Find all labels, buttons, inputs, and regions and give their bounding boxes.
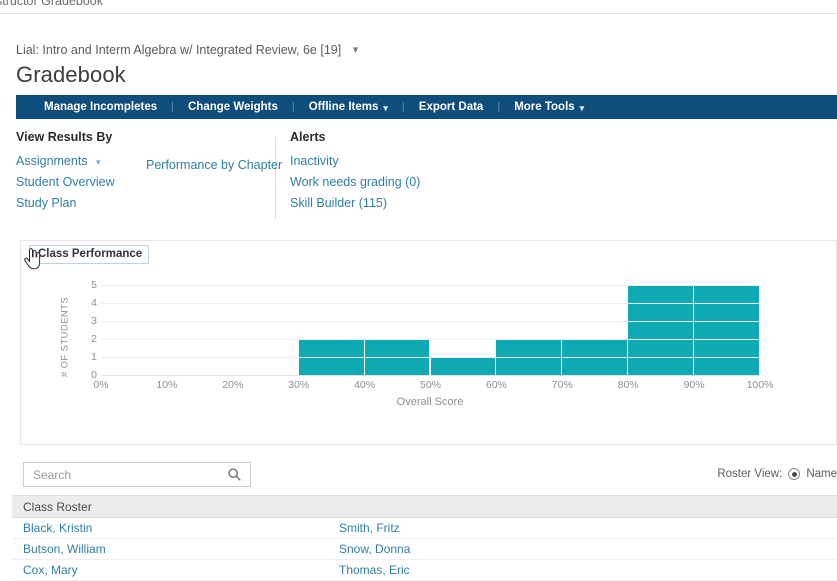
nav-export-data[interactable]: Export Data [405,95,498,119]
link-work-needs-grading[interactable]: Work needs grading (0) [290,175,550,189]
chart-x-tick: 20% [222,379,244,391]
chart-x-tick: 70% [551,379,573,391]
chart-x-axis-title: Overall Score [396,396,464,408]
student-name-link[interactable]: Thomas, Eric [339,563,410,577]
nav-change-weights[interactable]: Change Weights [174,95,292,119]
chart-gridline [101,303,760,304]
link-student-overview[interactable]: Student Overview [16,175,276,189]
alerts-column: Alerts Inactivity Work needs grading (0)… [290,130,550,217]
table-row: Black, Kristin Smith, Fritz [12,518,837,539]
chart-x-tick: 100% [746,379,774,391]
alerts-heading: Alerts [290,130,326,144]
course-name: Lial: Intro and Interm Algebra w/ Integr… [16,43,342,57]
search-input[interactable] [24,463,214,486]
chart-y-tick: 3 [91,315,97,327]
nav-label: Manage Incompletes [44,101,158,113]
link-study-plan[interactable]: Study Plan [16,196,276,210]
roster-view-selected-option[interactable]: Name [806,468,837,480]
chart-x-tick: 10% [156,379,178,391]
nav-label: Export Data [418,101,484,113]
chart-bars-area [101,285,760,375]
chevron-down-icon[interactable]: ▾ [96,157,101,167]
chart-bar[interactable] [628,285,695,375]
chart-gridline [101,375,760,376]
view-results-by-heading: View Results By [16,130,113,144]
student-name-link[interactable]: Smith, Fritz [339,521,400,535]
chevron-down-icon: ▾ [579,103,585,113]
chart-x-tick: 80% [617,379,639,391]
main-toolbar: Manage Incompletes | Change Weights | Of… [16,95,837,119]
chart-y-tick: 4 [91,297,97,309]
class-roster-header: Class Roster [12,495,837,518]
roster-view-label: Roster View: [717,468,783,480]
page-title: Gradebook [16,62,126,87]
chart-gridline [101,321,760,322]
browser-tab-strip: structor Gradebook [0,0,837,14]
search-icon[interactable] [227,467,242,482]
quick-links-panel: View Results By Assignments ▾ Student Ov… [0,130,837,228]
chart-y-tick: 1 [91,351,97,363]
chart-y-tick: 2 [91,333,97,345]
chart-gridline [101,285,760,286]
chart-bar[interactable] [694,285,760,375]
link-label: Assignments [16,154,88,168]
nav-label: Offline Items [308,101,379,113]
roster-view-control: Roster View: Name [717,468,837,480]
roster-view-radio-name[interactable] [788,468,801,480]
browser-tab-title: structor Gradebook [0,0,103,8]
search-box[interactable] [23,462,251,487]
chart-x-tick: 40% [354,379,376,391]
class-performance-card: Class Performance # OF STUDENTS Overall … [20,240,837,445]
chart-bar[interactable] [430,357,497,375]
nav-label: More Tools [514,101,575,113]
class-roster-list: Black, Kristin Smith, Fritz Butson, Willia… [12,518,837,581]
class-roster-title: Class Roster [23,499,92,514]
table-row: Cox, Mary Thomas, Eric [12,560,837,581]
chart-y-tick: 5 [91,279,97,291]
student-name-link[interactable]: Butson, William [23,542,106,556]
student-name-link[interactable]: Black, Kristin [23,521,92,535]
student-name-link[interactable]: Cox, Mary [23,563,78,577]
chart-x-tick: 0% [93,379,109,391]
nav-manage-incompletes[interactable]: Manage Incompletes [30,95,171,119]
link-performance-by-chapter[interactable]: Performance by Chapter [146,158,282,172]
chart-x-tick: 90% [683,379,705,391]
link-skill-builder[interactable]: Skill Builder (115) [290,196,550,210]
nav-label: Change Weights [187,101,278,113]
chart-x-tick: 60% [485,379,507,391]
chart-x-tick: 50% [419,379,442,391]
class-performance-chart: # OF STUDENTS Overall Score 0 1 2 3 4 5 0% 10% 2… [21,241,837,446]
chart-gridline [101,339,760,340]
chart-y-axis-title: # OF STUDENTS [59,296,71,378]
view-results-by-column: View Results By Assignments ▾ Student Ov… [16,130,276,217]
chevron-down-icon[interactable]: ▾ [353,43,359,56]
nav-more-tools[interactable]: More Tools ▾ [500,95,598,119]
chart-x-tick: 30% [288,379,310,391]
chart-gridline [101,357,760,358]
student-name-link[interactable]: Snow, Donna [339,542,410,556]
course-selector[interactable]: Lial: Intro and Interm Algebra w/ Integr… [16,43,358,57]
tab-class-performance[interactable]: Class Performance [29,245,150,264]
chevron-down-icon: ▾ [383,103,388,113]
link-inactivity[interactable]: Inactivity [290,154,550,168]
nav-offline-items[interactable]: Offline Items ▾ [295,95,402,119]
table-row: Butson, William Snow, Donna [12,539,837,560]
